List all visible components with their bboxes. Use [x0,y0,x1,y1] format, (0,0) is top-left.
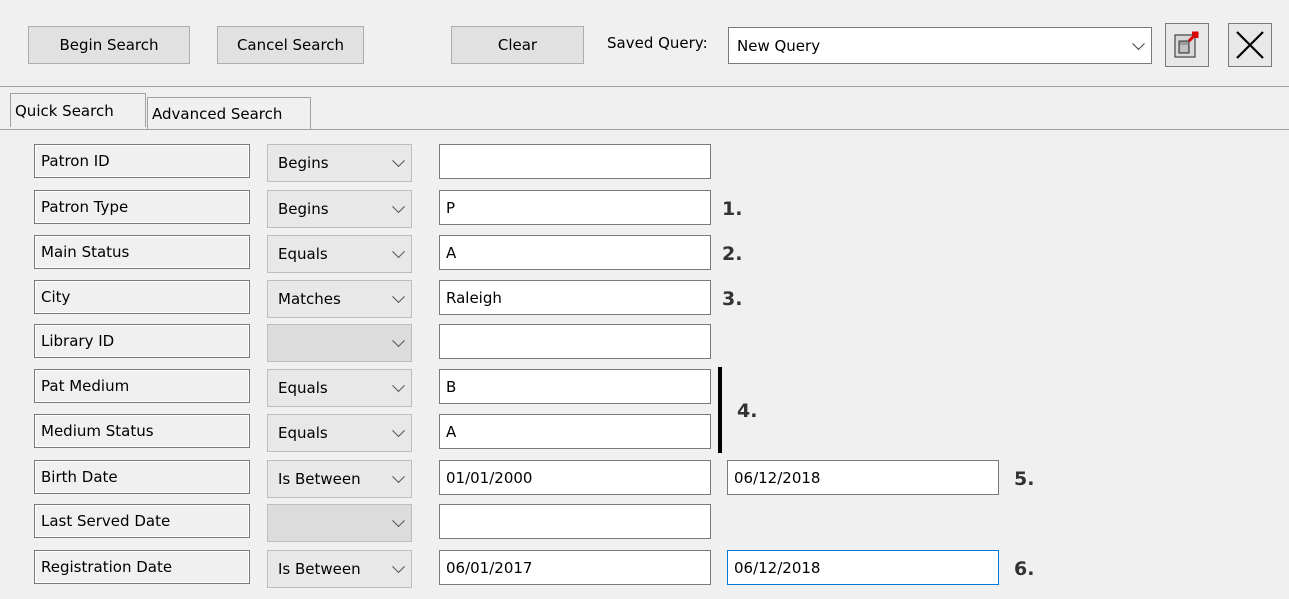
operator-value: Equals [278,245,328,263]
operator-select[interactable]: Begins [267,190,412,228]
value-input[interactable]: Raleigh [439,280,711,315]
to-date-input[interactable]: 06/12/2018 [727,550,999,585]
operator-select[interactable]: Is Between [267,460,412,498]
field-label: Birth Date [34,460,250,494]
value-input[interactable]: B [439,369,711,404]
criteria-row-registration-date: Registration Date Is Between 06/01/2017 … [0,548,1289,588]
from-date-input[interactable]: 06/01/2017 [439,550,711,585]
tab-quick-search[interactable]: Quick Search [10,93,146,127]
value-input[interactable] [439,324,711,359]
value-input[interactable]: A [439,414,711,449]
from-date-input[interactable]: 01/01/2000 [439,460,711,495]
annotation-number: 5. [1014,468,1035,490]
criteria-row-city: City Matches Raleigh 3. [0,278,1289,318]
close-button[interactable] [1228,23,1272,67]
value-input[interactable] [439,144,711,179]
operator-value: Is Between [278,470,361,488]
chevron-down-icon [392,560,405,574]
operator-select[interactable]: Equals [267,414,412,452]
field-label: Pat Medium [34,369,250,403]
field-label: Registration Date [34,550,250,584]
operator-value: Begins [278,154,329,172]
criteria-row-main-status: Main Status Equals A 2. [0,233,1289,273]
annotation-number: 4. [737,400,758,422]
annotation-number: 6. [1014,558,1035,580]
field-label: City [34,280,250,314]
chevron-down-icon [392,424,405,438]
operator-value: Is Between [278,560,361,578]
field-label: Medium Status [34,414,250,448]
chevron-down-icon [392,200,405,214]
operator-select[interactable]: Is Between [267,550,412,588]
criteria-row-birth-date: Birth Date Is Between 01/01/2000 06/12/2… [0,458,1289,498]
field-label: Patron ID [34,144,250,178]
tab-strip: Quick Search Advanced Search [0,93,1289,129]
operator-value: Matches [278,290,341,308]
operator-select[interactable]: Begins [267,144,412,182]
field-label: Library ID [34,324,250,358]
saved-query-select[interactable]: New Query [728,27,1152,64]
criteria-row-library-id: Library ID [0,322,1289,362]
field-label: Main Status [34,235,250,269]
chevron-down-icon [392,379,405,393]
annotation-number: 3. [722,288,743,310]
criteria-row-pat-medium: Pat Medium Equals B [0,367,1289,407]
chevron-down-icon [1132,36,1145,50]
criteria-row-medium-status: Medium Status Equals A [0,412,1289,452]
chevron-down-icon [392,290,405,304]
chevron-down-icon [392,154,405,168]
operator-value: Begins [278,200,329,218]
annotation-number: 2. [722,243,743,265]
operator-select[interactable]: Matches [267,280,412,318]
toolbar: Begin Search Cancel Search Clear Saved Q… [0,0,1289,87]
saved-query-label: Saved Query: [607,34,708,52]
begin-search-button[interactable]: Begin Search [28,26,190,64]
tab-advanced-search[interactable]: Advanced Search [147,97,311,129]
cancel-search-button[interactable]: Cancel Search [217,26,364,64]
field-label: Last Served Date [34,504,250,538]
chevron-down-icon [392,334,405,348]
tab-label: Quick Search [15,101,114,120]
group-bracket [718,367,722,453]
export-icon [1174,31,1199,58]
operator-value: Equals [278,379,328,397]
tab-label: Advanced Search [152,104,283,123]
value-input[interactable]: P [439,190,711,225]
export-button[interactable] [1165,23,1209,67]
operator-select[interactable]: Equals [267,235,412,273]
value-input[interactable]: A [439,235,711,270]
criteria-row-patron-id: Patron ID Begins [0,142,1289,182]
close-icon [1236,31,1264,59]
chevron-down-icon [392,470,405,484]
criteria-row-last-served-date: Last Served Date [0,502,1289,542]
clear-button[interactable]: Clear [451,26,584,64]
operator-select[interactable] [267,324,412,362]
operator-select[interactable]: Equals [267,369,412,407]
operator-select[interactable] [267,504,412,542]
value-input[interactable] [439,504,711,539]
field-label: Patron Type [34,190,250,224]
annotation-number: 1. [722,198,743,220]
to-date-input[interactable]: 06/12/2018 [727,460,999,495]
criteria-row-patron-type: Patron Type Begins P 1. [0,188,1289,228]
chevron-down-icon [392,245,405,259]
operator-value: Equals [278,424,328,442]
chevron-down-icon [392,514,405,528]
saved-query-value: New Query [737,36,821,55]
